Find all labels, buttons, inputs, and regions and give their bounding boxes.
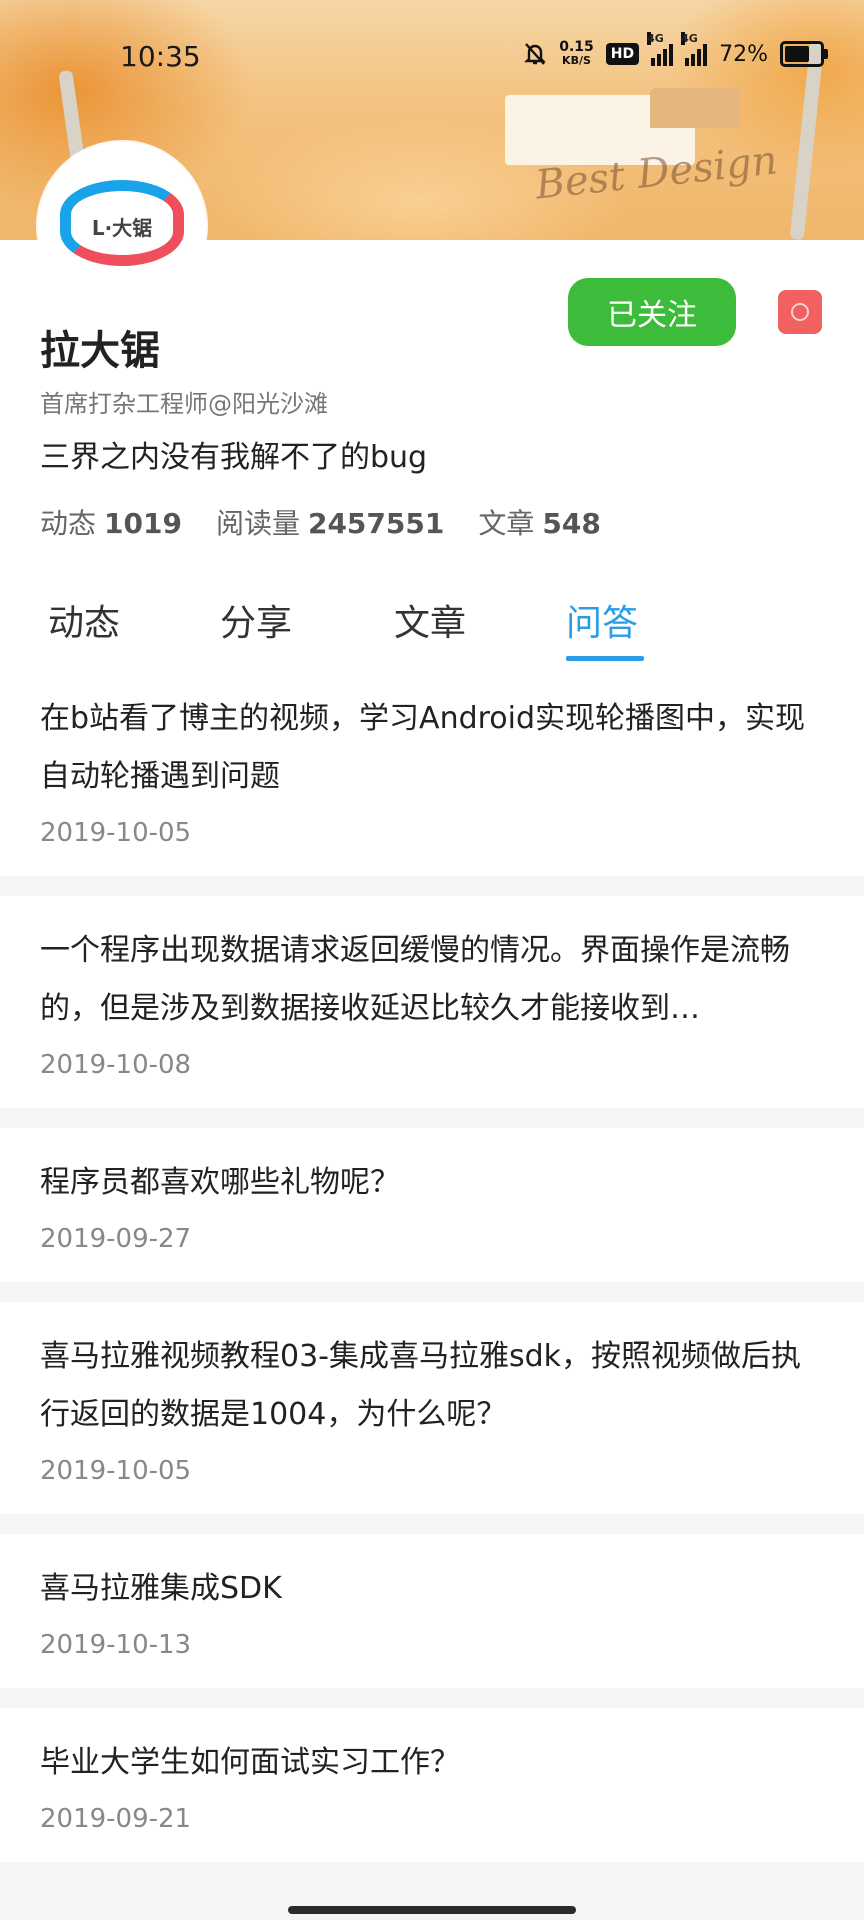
avatar[interactable]: L·大锯 bbox=[38, 142, 206, 310]
question-title: 毕业大学生如何面试实习工作？ bbox=[40, 1745, 460, 1780]
stat-value: 548 bbox=[542, 507, 601, 540]
signal-4g-icon: 4G bbox=[647, 32, 674, 66]
stat-views[interactable]: 阅读量 2457551 bbox=[216, 502, 444, 542]
profile-bio: 三界之内没有我解不了的bug bbox=[40, 440, 428, 475]
question-title: 一个程序出现数据请求返回缓慢的情况。界面操作是流畅的，但是涉及到数据接收延迟比较… bbox=[40, 933, 790, 1026]
more-button[interactable] bbox=[778, 290, 822, 334]
question-date: 2019-10-08 bbox=[40, 1050, 192, 1080]
question-title: 喜马拉雅视频教程03-集成喜马拉雅sdk，按照视频做后执行返回的数据是1004，… bbox=[40, 1339, 802, 1432]
mute-bell-icon bbox=[524, 43, 547, 65]
profile-name: 拉大锯 bbox=[40, 328, 160, 374]
tab-qa[interactable]: 问答 bbox=[566, 594, 638, 646]
battery-icon bbox=[780, 41, 828, 67]
follow-button[interactable]: 已关注 bbox=[568, 278, 736, 346]
question-date: 2019-10-05 bbox=[40, 1456, 192, 1486]
question-date: 2019-10-13 bbox=[40, 1630, 192, 1660]
stat-value: 1019 bbox=[104, 507, 182, 540]
home-indicator[interactable] bbox=[288, 1906, 576, 1914]
question-title: 喜马拉雅集成SDK bbox=[40, 1571, 282, 1606]
signal-type-label: 4G bbox=[647, 32, 664, 45]
question-title: 程序员都喜欢哪些礼物呢？ bbox=[40, 1165, 400, 1200]
signal-type-label: 4G bbox=[681, 32, 698, 45]
stat-value: 2457551 bbox=[307, 507, 445, 540]
net-speed-value: 0.15 bbox=[559, 39, 594, 55]
hd-icon: HD bbox=[605, 43, 640, 65]
status-time: 10:35 bbox=[120, 40, 201, 73]
question-date: 2019-10-05 bbox=[40, 818, 192, 848]
battery-percent: 72% bbox=[719, 41, 768, 67]
avatar-logo-text: L·大锯 bbox=[91, 216, 153, 240]
list-item[interactable]: 一个程序出现数据请求返回缓慢的情况。界面操作是流畅的，但是涉及到数据接收延迟比较… bbox=[0, 896, 864, 1108]
list-item[interactable]: 喜马拉雅集成SDK 2019-10-13 bbox=[0, 1534, 864, 1688]
stat-label: 阅读量 bbox=[215, 507, 300, 540]
tab-articles[interactable]: 文章 bbox=[394, 594, 466, 646]
list-item[interactable]: 喜马拉雅视频教程03-集成喜马拉雅sdk，按照视频做后执行返回的数据是1004，… bbox=[0, 1302, 864, 1514]
question-date: 2019-09-27 bbox=[40, 1224, 192, 1254]
list-item[interactable]: 毕业大学生如何面试实习工作？ 2019-09-21 bbox=[0, 1708, 864, 1862]
list-item[interactable]: 程序员都喜欢哪些礼物呢？ 2019-09-27 bbox=[0, 1128, 864, 1282]
battery-fill bbox=[785, 46, 809, 62]
qa-list: 在b站看了博主的视频，学习Android实现轮播图中，实现自动轮播遇到问题 20… bbox=[0, 664, 864, 1882]
status-bar: 10:35 0.15 KB/S HD 4G 4G 72% bbox=[0, 0, 864, 112]
stat-posts[interactable]: 动态 1019 bbox=[40, 502, 182, 542]
question-title: 在b站看了博主的视频，学习Android实现轮播图中，实现自动轮播遇到问题 bbox=[40, 701, 806, 794]
status-icons: 0.15 KB/S HD 4G 4G 72% bbox=[523, 32, 828, 68]
signal-4g-icon: 4G bbox=[681, 32, 708, 66]
net-speed-unit: KB/S bbox=[562, 54, 591, 67]
stat-articles[interactable]: 文章 548 bbox=[478, 502, 600, 542]
profile-tabs: 动态 分享 文章 问答 bbox=[0, 580, 864, 664]
tab-active-indicator bbox=[566, 656, 644, 661]
profile-stats: 动态 1019 阅读量 2457551 文章 548 bbox=[40, 502, 601, 542]
more-icon bbox=[791, 303, 809, 321]
list-item[interactable]: 在b站看了博主的视频，学习Android实现轮播图中，实现自动轮播遇到问题 20… bbox=[0, 664, 864, 876]
question-date: 2019-09-21 bbox=[40, 1804, 192, 1834]
stat-label: 文章 bbox=[478, 507, 535, 540]
stat-label: 动态 bbox=[40, 507, 97, 540]
tab-share[interactable]: 分享 bbox=[220, 594, 292, 646]
net-speed: 0.15 KB/S bbox=[559, 40, 594, 68]
profile-title: 首席打杂工程师@阳光沙滩 bbox=[40, 390, 328, 418]
tab-dynamic[interactable]: 动态 bbox=[48, 594, 120, 646]
